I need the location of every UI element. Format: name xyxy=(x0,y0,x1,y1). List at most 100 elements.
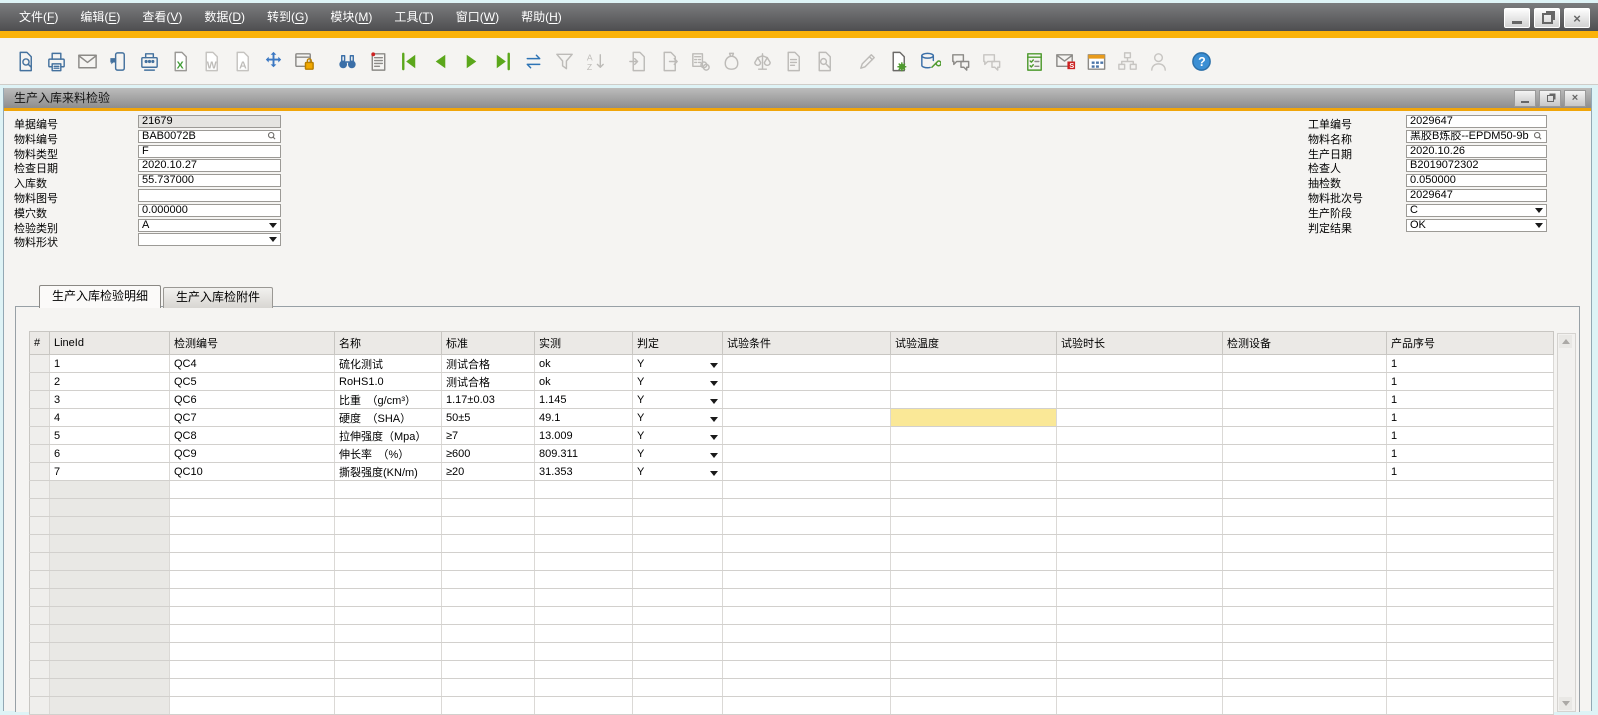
cell[interactable] xyxy=(891,535,1057,553)
row-selector[interactable] xyxy=(30,391,50,409)
cell[interactable]: 6 xyxy=(50,445,170,463)
cell[interactable] xyxy=(1387,589,1554,607)
cell[interactable]: Y xyxy=(633,445,723,463)
field-select[interactable]: A xyxy=(138,219,281,232)
cell[interactable] xyxy=(723,589,891,607)
cell[interactable] xyxy=(723,355,891,373)
cell[interactable] xyxy=(442,499,535,517)
chevron-down-icon[interactable] xyxy=(710,399,718,404)
cell[interactable] xyxy=(1057,517,1223,535)
cell[interactable] xyxy=(1057,625,1223,643)
cell[interactable] xyxy=(1057,445,1223,463)
cell[interactable] xyxy=(891,679,1057,697)
vertical-scrollbar[interactable] xyxy=(1557,333,1576,712)
row-selector[interactable] xyxy=(30,697,50,715)
cell[interactable] xyxy=(1057,391,1223,409)
cell[interactable] xyxy=(1223,481,1387,499)
field-input[interactable]: 2020.10.26 xyxy=(1406,145,1547,158)
cell[interactable]: 7 xyxy=(50,463,170,481)
cell[interactable]: QC10 xyxy=(170,463,335,481)
cell[interactable] xyxy=(335,625,442,643)
column-header[interactable]: 检测编号 xyxy=(170,332,335,355)
cell[interactable] xyxy=(1223,643,1387,661)
cell[interactable] xyxy=(1223,391,1387,409)
cell[interactable]: 50±5 xyxy=(442,409,535,427)
cell[interactable] xyxy=(170,697,335,715)
cell[interactable] xyxy=(535,607,633,625)
cell[interactable] xyxy=(891,481,1057,499)
cell[interactable] xyxy=(1223,427,1387,445)
cell[interactable] xyxy=(335,643,442,661)
menu-item-0[interactable]: 文件(F) xyxy=(8,3,69,31)
cell[interactable] xyxy=(50,499,170,517)
doc-close-button[interactable]: × xyxy=(1564,90,1586,107)
row-selector[interactable] xyxy=(30,589,50,607)
cell[interactable] xyxy=(442,481,535,499)
cell[interactable]: 1.17±0.03 xyxy=(442,391,535,409)
scroll-up-button[interactable] xyxy=(1559,335,1572,348)
cell[interactable] xyxy=(170,571,335,589)
cell[interactable] xyxy=(891,553,1057,571)
cell[interactable] xyxy=(50,571,170,589)
cell[interactable] xyxy=(535,643,633,661)
cell[interactable] xyxy=(442,643,535,661)
cell[interactable] xyxy=(442,571,535,589)
cell[interactable] xyxy=(442,697,535,715)
field-input[interactable]: BAB0072B xyxy=(138,130,281,143)
cell[interactable] xyxy=(891,589,1057,607)
chevron-down-icon[interactable] xyxy=(710,417,718,422)
cell[interactable]: QC6 xyxy=(170,391,335,409)
column-header[interactable]: 试验条件 xyxy=(723,332,891,355)
cell[interactable]: Y xyxy=(633,355,723,373)
cell[interactable] xyxy=(50,553,170,571)
cell[interactable] xyxy=(723,481,891,499)
cell[interactable] xyxy=(335,499,442,517)
cell[interactable] xyxy=(723,427,891,445)
cell[interactable] xyxy=(170,517,335,535)
column-header[interactable]: 判定 xyxy=(633,332,723,355)
cell[interactable]: 拉伸强度（Mpa） xyxy=(335,427,442,445)
cell[interactable] xyxy=(1387,679,1554,697)
cell[interactable]: 2 xyxy=(50,373,170,391)
app-close-button[interactable]: × xyxy=(1564,8,1590,28)
cell[interactable] xyxy=(723,661,891,679)
field-input[interactable]: 0.050000 xyxy=(1406,174,1547,187)
cell[interactable]: ok xyxy=(535,373,633,391)
menu-item-8[interactable]: 帮助(H) xyxy=(510,3,573,31)
cell[interactable] xyxy=(723,643,891,661)
cell[interactable]: QC5 xyxy=(170,373,335,391)
cell[interactable] xyxy=(535,499,633,517)
cell[interactable] xyxy=(723,391,891,409)
cell[interactable] xyxy=(535,553,633,571)
cell[interactable] xyxy=(723,697,891,715)
row-selector[interactable] xyxy=(30,445,50,463)
cell[interactable] xyxy=(535,571,633,589)
cell[interactable] xyxy=(723,445,891,463)
cell[interactable] xyxy=(633,553,723,571)
mail-alert-icon[interactable]: S xyxy=(1052,48,1079,75)
cell[interactable] xyxy=(335,535,442,553)
chevron-down-icon[interactable] xyxy=(1535,223,1543,228)
row-selector[interactable] xyxy=(30,553,50,571)
cell[interactable] xyxy=(1387,697,1554,715)
cell[interactable] xyxy=(891,373,1057,391)
cell[interactable] xyxy=(50,535,170,553)
column-header[interactable]: 标准 xyxy=(442,332,535,355)
cell[interactable]: QC4 xyxy=(170,355,335,373)
cell[interactable] xyxy=(1057,553,1223,571)
cell[interactable] xyxy=(335,607,442,625)
cell[interactable] xyxy=(1387,535,1554,553)
cell[interactable] xyxy=(1223,607,1387,625)
system-messages-icon[interactable] xyxy=(365,48,392,75)
column-header[interactable]: 试验时长 xyxy=(1057,332,1223,355)
cell[interactable]: Y xyxy=(633,409,723,427)
cell[interactable]: ≥600 xyxy=(442,445,535,463)
chevron-down-icon[interactable] xyxy=(269,237,277,242)
approval-checklist-icon[interactable] xyxy=(1021,48,1048,75)
cell[interactable] xyxy=(723,535,891,553)
cell[interactable]: QC8 xyxy=(170,427,335,445)
cell[interactable] xyxy=(50,589,170,607)
cell[interactable] xyxy=(170,679,335,697)
navigate-icon[interactable] xyxy=(260,48,287,75)
cell[interactable] xyxy=(1387,625,1554,643)
